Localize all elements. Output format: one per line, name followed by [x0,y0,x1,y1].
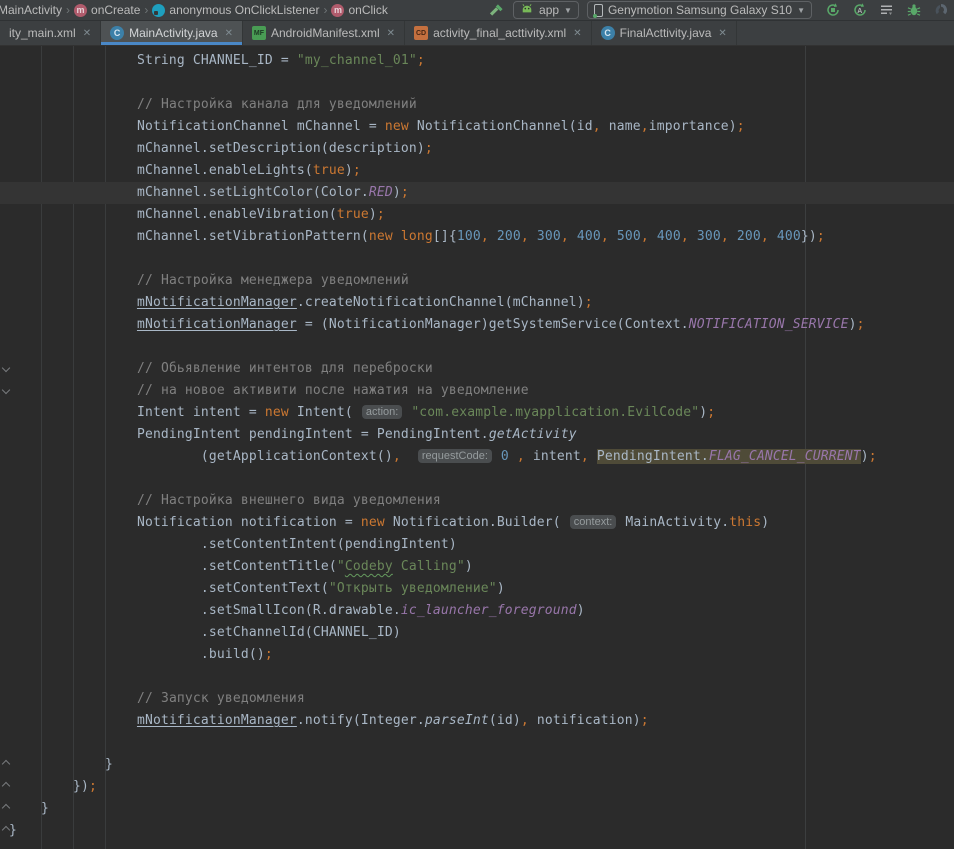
tab-label: AndroidManifest.xml [271,26,380,40]
tab-androidmanifest-xml[interactable]: MF AndroidManifest.xml ✕ [243,21,405,45]
code-line: String CHANNEL_ID = "my_channel_01"; [9,50,954,72]
layout-xml-icon: CD [414,26,428,40]
breadcrumb-separator-icon: › [66,3,70,17]
tab-mainactivity-java[interactable]: C MainActivity.java ✕ [101,21,243,45]
code-line: .setChannelId(CHANNEL_ID) [9,622,954,644]
breadcrumb-label: MainActivity [0,3,62,17]
run-config-label: app [539,3,559,17]
method-icon: m [331,4,344,17]
breadcrumb-item[interactable]: anonymous OnClickListener [152,3,319,17]
tab-label: FinalActtivity.java [620,26,712,40]
breadcrumb-separator-icon: › [144,3,148,17]
chevron-down-icon: ▼ [797,6,805,15]
build-hammer-icon[interactable] [487,1,505,19]
toolbar-actions: A [824,1,950,19]
breadcrumb-label: onClick [348,3,387,17]
run-config-selector[interactable]: app ▼ [513,1,579,19]
anonymous-class-icon [152,4,165,17]
breadcrumb-separator-icon: › [323,3,327,17]
phone-icon [594,4,603,17]
method-icon: m [74,4,87,17]
code-line: Notification notification = new Notifica… [9,512,954,534]
code-line: // Запуск уведомления [9,688,954,710]
code-content[interactable]: String CHANNEL_ID = "my_channel_01"; // … [9,50,954,842]
code-line: .setContentTitle("Codeby Calling") [9,556,954,578]
device-label: Genymotion Samsung Galaxy S10 [608,3,792,17]
close-icon[interactable]: ✕ [83,28,91,39]
code-line [9,732,954,754]
close-icon[interactable]: ✕ [225,28,233,39]
breadcrumb-item[interactable]: m onCreate [74,3,140,17]
code-line: // Обьявление интентов для переброски [9,358,954,380]
tab-label: activity_final_acttivity.xml [433,26,566,40]
code-line: mChannel.setVibrationPattern(new long[]{… [9,226,954,248]
breadcrumb-item[interactable]: MainActivity [0,3,62,17]
code-line: mNotificationManager.createNotificationC… [9,292,954,314]
code-line: PendingIntent pendingIntent = PendingInt… [9,424,954,446]
svg-text:A: A [857,8,862,15]
apply-changes-restart-icon[interactable] [824,1,842,19]
code-line: } [9,798,954,820]
java-class-icon: C [601,26,615,40]
code-line: mChannel.setDescription(description); [9,138,954,160]
code-line: } [9,820,954,842]
code-line [9,666,954,688]
breadcrumb-item[interactable]: m onClick [331,3,387,17]
manifest-xml-icon: MF [252,26,266,40]
code-line: NotificationChannel mChannel = new Notif… [9,116,954,138]
toolbar: app ▼ Genymotion Samsung Galaxy S10 ▼ A [487,1,950,19]
tab-finalacttivity-java[interactable]: C FinalActtivity.java ✕ [592,21,737,45]
android-icon [520,3,534,18]
code-line: Intent intent = new Intent( action: "com… [9,402,954,424]
code-line: }); [9,776,954,798]
code-line: .setContentIntent(pendingIntent) [9,534,954,556]
chevron-down-icon: ▼ [564,6,572,15]
code-line: } [9,754,954,776]
close-icon[interactable]: ✕ [387,28,395,39]
tab-label: MainActivity.java [129,26,217,40]
code-editor[interactable]: String CHANNEL_ID = "my_channel_01"; // … [0,46,954,849]
breadcrumb: MainActivity › m onCreate › anonymous OnClick… [0,3,487,17]
code-line: mChannel.setLightColor(Color.RED); [9,182,954,204]
code-line: mNotificationManager = (NotificationMana… [9,314,954,336]
code-line: // Настройка менеджера уведомлений [9,270,954,292]
code-line: .setContentText("Открыть уведомление") [9,578,954,600]
code-line: .setSmallIcon(R.drawable.ic_launcher_for… [9,600,954,622]
code-line [9,72,954,94]
code-line [9,248,954,270]
tab-label: ity_main.xml [9,26,76,40]
device-selector[interactable]: Genymotion Samsung Galaxy S10 ▼ [587,1,812,19]
code-line: mChannel.enableLights(true); [9,160,954,182]
code-line [9,336,954,358]
code-line: .build(); [9,644,954,666]
code-line: // Настройка внешнего вида уведомления [9,490,954,512]
debug-icon[interactable] [905,1,923,19]
navigation-bar: MainActivity › m onCreate › anonymous OnClick… [0,0,954,21]
code-line: // Настройка канала для уведомлений [9,94,954,116]
tab-activity-final-acttivity-xml[interactable]: CD activity_final_acttivity.xml ✕ [405,21,592,45]
tab-ity-main-xml[interactable]: ity_main.xml ✕ [0,21,101,45]
code-line: (getApplicationContext(), requestCode: 0… [9,446,954,468]
editor-tabs: ity_main.xml ✕ C MainActivity.java ✕ MF Androi… [0,21,954,46]
java-class-icon: C [110,26,124,40]
apply-code-changes-icon[interactable]: A [851,1,869,19]
profile-icon[interactable] [932,1,950,19]
breadcrumb-label: anonymous OnClickListener [169,3,319,17]
close-icon[interactable]: ✕ [573,28,581,39]
breadcrumb-label: onCreate [91,3,140,17]
code-line: // на новое активити после нажатия на ув… [9,380,954,402]
code-line [9,468,954,490]
code-line: mChannel.enableVibration(true); [9,204,954,226]
code-line: mNotificationManager.notify(Integer.pars… [9,710,954,732]
run-configurations-list-icon[interactable] [878,1,896,19]
close-icon[interactable]: ✕ [718,28,726,39]
